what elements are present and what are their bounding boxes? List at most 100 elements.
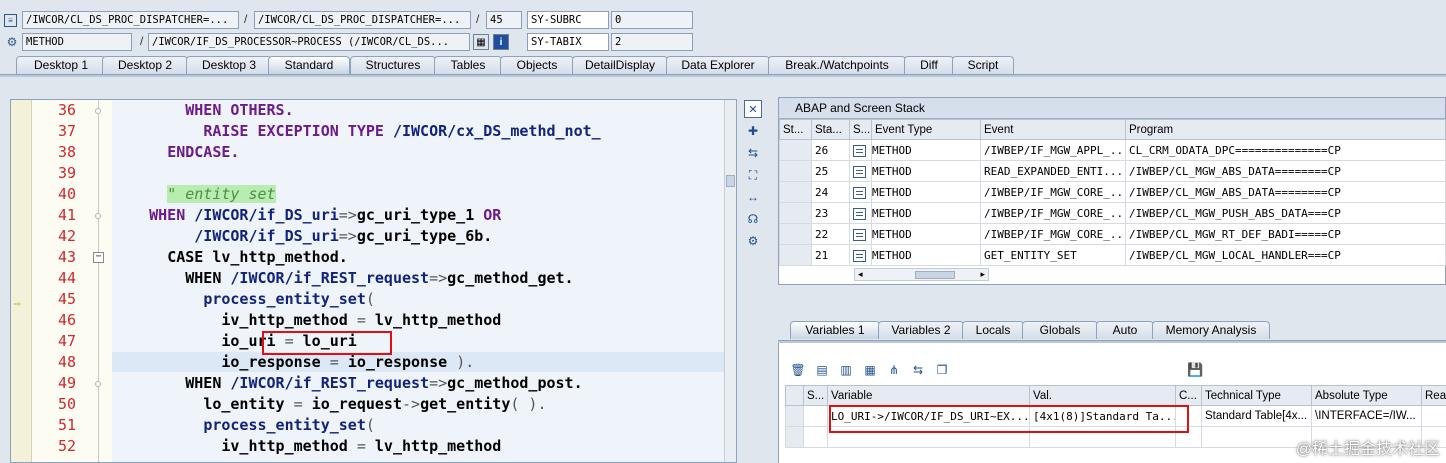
- delete-icon[interactable]: 🗑: [789, 361, 807, 379]
- include-field[interactable]: /IWCOR/CL_DS_PROC_DISPATCHER=...: [254, 11, 471, 29]
- stack-status-cell[interactable]: [779, 244, 812, 266]
- code-line[interactable]: 38 ENDCASE.: [11, 142, 736, 163]
- tab-memory-analysis[interactable]: Memory Analysis: [1152, 321, 1270, 339]
- stack-icon-cell[interactable]: [849, 202, 872, 224]
- tab-diff[interactable]: Diff: [904, 56, 954, 74]
- tab-standard[interactable]: Standard: [268, 56, 350, 74]
- table-row[interactable]: 23 METHOD/IWBEP/IF_MGW_CORE_.../IWBEP/CL_…: [779, 202, 1446, 224]
- sy-field-name-2[interactable]: SY-TABIX: [527, 33, 609, 51]
- table-row[interactable]: 21 METHOD GET_ENTITY_SET/IWBEP/CL_MGW_LOCA…: [779, 244, 1446, 266]
- event-cell[interactable]: READ_EXPANDED_ENTI...: [980, 160, 1126, 182]
- column-header[interactable]: Sta...: [811, 119, 850, 140]
- code-line[interactable]: 46 iv_http_method = lv_http_method: [11, 310, 736, 331]
- tab-variables-1[interactable]: Variables 1: [790, 321, 880, 339]
- tab-objects[interactable]: Objects: [500, 56, 574, 74]
- close-icon[interactable]: ✕: [744, 100, 762, 118]
- tab-structures[interactable]: Structures: [350, 56, 436, 74]
- export-icon[interactable]: ▥: [837, 361, 855, 379]
- stack-status-cell[interactable]: [779, 181, 812, 203]
- tab-desktop-1[interactable]: Desktop 1: [16, 56, 106, 74]
- event-cell[interactable]: /IWBEP/IF_MGW_CORE_...: [980, 181, 1126, 203]
- stack-icon-cell[interactable]: [849, 160, 872, 182]
- code-line[interactable]: 44 WHEN /IWCOR/if_REST_request=>gc_metho…: [11, 268, 736, 289]
- program-field[interactable]: /IWCOR/CL_DS_PROC_DISPATCHER=...: [22, 11, 239, 29]
- row-selector-header[interactable]: [785, 385, 804, 406]
- line-number-field[interactable]: 45: [486, 11, 522, 29]
- table-row[interactable]: 26 METHOD/IWBEP/IF_MGW_APPL_... CL_CRM_ODA…: [779, 139, 1446, 161]
- code-line[interactable]: 37 RAISE EXCEPTION TYPE /IWCOR/cx_DS_met…: [11, 121, 736, 142]
- stack-level-cell[interactable]: 21: [811, 244, 850, 266]
- source-code-editor[interactable]: 36 WHEN OTHERS. 37 RAISE EXCEPTION TYPE /…: [10, 99, 737, 463]
- table-row[interactable]: 22 METHOD/IWBEP/IF_MGW_CORE_.../IWBEP/CL_…: [779, 223, 1446, 245]
- replace-tool-icon[interactable]: ⇆: [744, 144, 762, 162]
- code-line[interactable]: 51 process_entity_set(: [11, 415, 736, 436]
- stack-status-cell[interactable]: [779, 160, 812, 182]
- stack-status-cell[interactable]: [779, 202, 812, 224]
- event-type-field[interactable]: METHOD: [22, 33, 132, 51]
- program-cell[interactable]: CL_CRM_ODATA_DPC==============CP: [1125, 139, 1446, 161]
- row-selector[interactable]: [785, 405, 804, 427]
- code-line[interactable]: 48 io_response = io_response ).: [11, 352, 736, 373]
- scroll-right-icon[interactable]: ▸: [980, 269, 985, 280]
- copy-icon[interactable]: ❐: [933, 361, 951, 379]
- code-line[interactable]: 40 " entity set: [11, 184, 736, 205]
- column-header[interactable]: Rea: [1421, 385, 1446, 406]
- stack-level-cell[interactable]: 25: [811, 160, 850, 182]
- stack-level-cell[interactable]: 23: [811, 202, 850, 224]
- code-line[interactable]: 41 WHEN /IWCOR/if_DS_uri=>gc_uri_type_1 …: [11, 205, 736, 226]
- tab-tables[interactable]: Tables: [434, 56, 502, 74]
- import-icon[interactable]: ▤: [813, 361, 831, 379]
- maximize-icon[interactable]: ⛶: [744, 166, 762, 184]
- stack-status-cell[interactable]: [779, 139, 812, 161]
- column-header[interactable]: S...: [803, 385, 828, 406]
- program-cell[interactable]: /IWBEP/CL_MGW_LOCAL_HANDLER===CP: [1125, 244, 1446, 266]
- scroll-thumb[interactable]: [726, 175, 735, 187]
- code-line[interactable]: 43 − CASE lv_http_method.: [11, 247, 736, 268]
- new-tool-icon[interactable]: ✚: [744, 122, 762, 140]
- event-type-cell[interactable]: METHOD: [871, 160, 981, 182]
- code-line[interactable]: 45 ⇨ process_entity_set(: [11, 289, 736, 310]
- code-line[interactable]: 52 iv_http_method = lv_http_method: [11, 436, 736, 457]
- code-line[interactable]: 49 WHEN /IWCOR/if_REST_request=>gc_metho…: [11, 373, 736, 394]
- stack-icon-cell[interactable]: [849, 244, 872, 266]
- tab-script[interactable]: Script: [952, 56, 1014, 74]
- column-header[interactable]: Technical Type: [1201, 385, 1312, 406]
- stack-status-cell[interactable]: [779, 223, 812, 245]
- column-header[interactable]: C...: [1175, 385, 1202, 406]
- column-header[interactable]: Variable: [827, 385, 1030, 406]
- program-cell[interactable]: /IWBEP/CL_MGW_RT_DEF_BADI=====CP: [1125, 223, 1446, 245]
- table-row[interactable]: 25 METHOD READ_EXPANDED_ENTI.../IWBEP/CL_M…: [779, 160, 1446, 182]
- hierarchy-icon[interactable]: ⋔: [885, 361, 903, 379]
- method-name-field[interactable]: /IWCOR/IF_DS_PROCESSOR~PROCESS (/IWCOR/C…: [148, 33, 470, 51]
- event-cell[interactable]: /IWBEP/IF_MGW_CORE_...: [980, 223, 1126, 245]
- event-cell[interactable]: GET_ENTITY_SET: [980, 244, 1126, 266]
- swap-icon[interactable]: ↔: [744, 188, 762, 206]
- tab-desktop-2[interactable]: Desktop 2: [102, 56, 188, 74]
- info-icon[interactable]: i: [493, 34, 509, 50]
- tab-auto[interactable]: Auto: [1096, 321, 1154, 339]
- tab-breakpoints[interactable]: Break./Watchpoints: [768, 56, 906, 74]
- stack-level-cell[interactable]: 22: [811, 223, 850, 245]
- event-type-cell[interactable]: METHOD: [871, 202, 981, 224]
- settings-icon[interactable]: ⚙: [744, 232, 762, 250]
- column-header[interactable]: Program: [1125, 119, 1446, 140]
- stack-icon-cell[interactable]: [849, 139, 872, 161]
- list-icon[interactable]: ▦: [861, 361, 879, 379]
- event-cell[interactable]: /IWBEP/IF_MGW_APPL_...: [980, 139, 1126, 161]
- scroll-thumb[interactable]: [915, 271, 955, 279]
- column-header[interactable]: S...: [849, 119, 872, 140]
- tab-globals[interactable]: Globals: [1022, 321, 1098, 339]
- tab-detail-display[interactable]: DetailDisplay: [572, 56, 668, 74]
- code-line[interactable]: 42 /IWCOR/if_DS_uri=>gc_uri_type_6b.: [11, 226, 736, 247]
- code-line[interactable]: 50 lo_entity = io_request->get_entity( )…: [11, 394, 736, 415]
- stack-level-cell[interactable]: 24: [811, 181, 850, 203]
- column-header[interactable]: Val.: [1029, 385, 1176, 406]
- row-selector[interactable]: [785, 426, 804, 448]
- event-cell[interactable]: /IWBEP/IF_MGW_CORE_...: [980, 202, 1126, 224]
- program-cell[interactable]: /IWBEP/CL_MGW_ABS_DATA========CP: [1125, 160, 1446, 182]
- services-icon[interactable]: ☊: [744, 210, 762, 228]
- column-header[interactable]: Event Type: [871, 119, 981, 140]
- event-type-cell[interactable]: METHOD: [871, 244, 981, 266]
- stack-icon-cell[interactable]: [849, 223, 872, 245]
- tab-data-explorer[interactable]: Data Explorer: [666, 56, 770, 74]
